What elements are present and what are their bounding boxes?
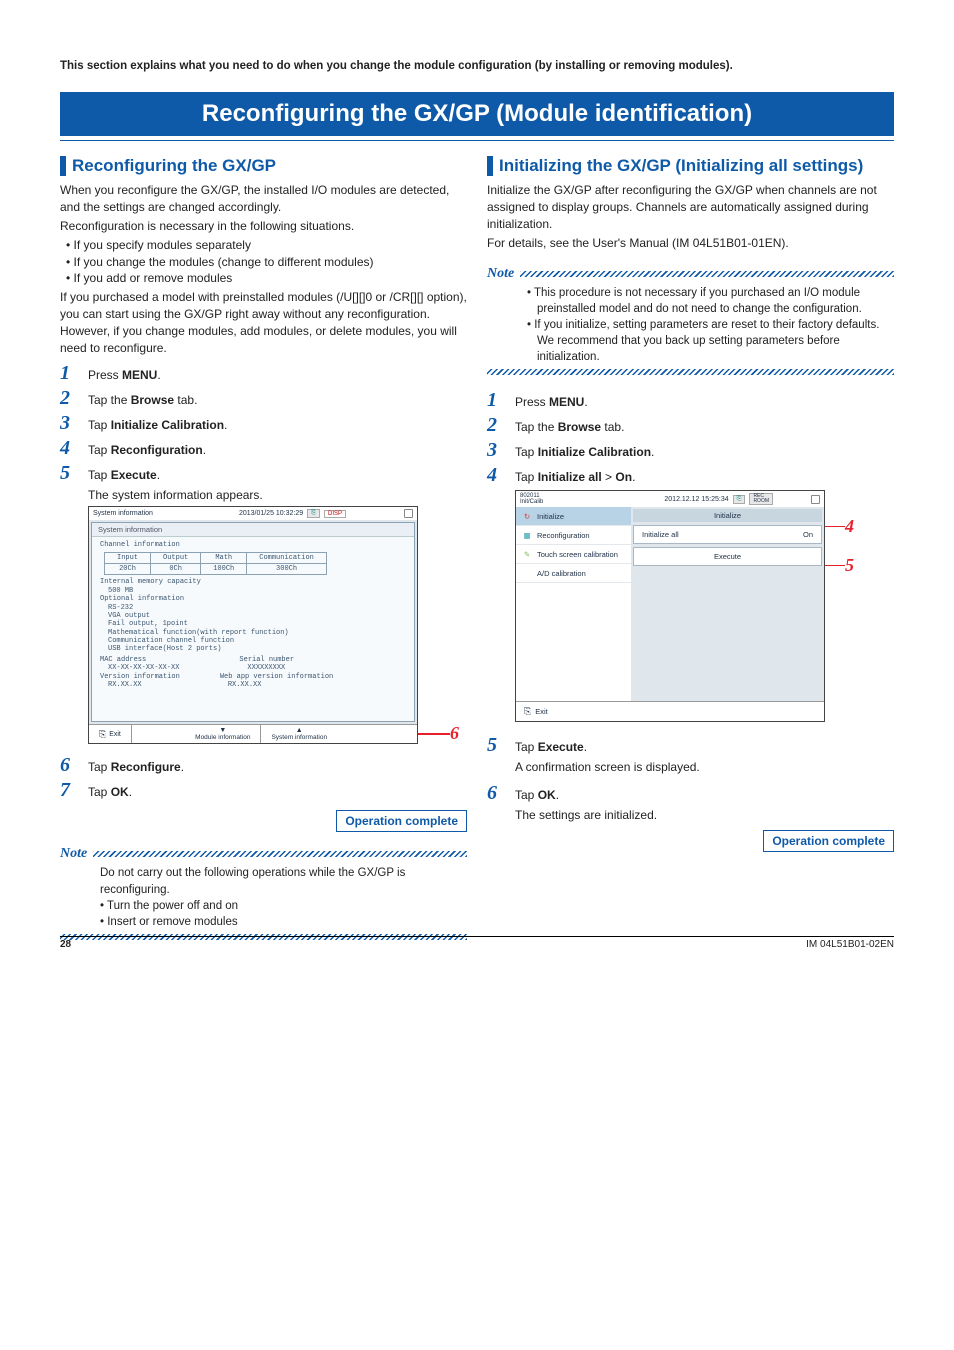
callout-6: 6 [450,723,459,744]
doc-id: IM 04L51B01-02EN [806,939,894,950]
left-section-head: Reconfiguring the GX/GP [60,156,467,176]
list-item: If you add or remove modules [68,270,467,287]
page-number: 28 [60,939,71,950]
step6-sub-r: The settings are initialized. [515,807,894,824]
right-note-body: This procedure is not necessary if you p… [487,285,894,365]
note-rule [93,851,467,857]
right-p1: Initialize the GX/GP after reconfiguring… [487,182,894,232]
list-item: If you change the modules (change to dif… [68,254,467,271]
initialize-screenshot: 802011 Init/Calib 2012.12.12 15:25:34 ⎘ … [515,490,825,722]
callout-5: 5 [845,555,854,576]
right-column: Initializing the GX/GP (Initializing all… [487,156,894,940]
execute-button[interactable]: Execute [633,547,822,566]
left-p2: Reconfiguration is necessary in the foll… [60,218,467,235]
operation-complete-right: Operation complete [763,830,894,852]
module-info-button[interactable]: Module information [185,725,261,743]
exit-button[interactable]: Exit [516,701,824,721]
sidebar-item-ad-cal[interactable]: A/D calibration [516,564,631,583]
sidebar-item-touch-cal[interactable]: ✎Touch screen calibration [516,545,631,564]
title-underline [60,140,894,141]
intro-text: This section explains what you need to d… [60,60,894,72]
left-heading: Reconfiguring the GX/GP [72,156,276,176]
rec-badge: REC ROOM [749,493,773,505]
sidebar-item-initialize[interactable]: ↻Initialize [516,507,631,526]
note-rule-bottom [487,369,894,375]
step5-sub: The system information appears. [88,487,467,504]
note-label: Note [487,266,514,282]
circle-arrow-icon: ↻ [522,511,532,521]
touch-icon: ✎ [522,549,532,559]
page-footer: 28 IM 04L51B01-02EN [60,936,894,950]
ad-icon [522,568,532,578]
right-steps-2: 5Tap Execute. [487,734,894,757]
left-steps: 1Press MENU. 2Tap the Browse tab. 3Tap I… [60,362,467,485]
init-sidebar: ↻Initialize ▦Reconfiguration ✎Touch scre… [516,507,631,701]
page-title-banner: Reconfiguring the GX/GP (Module identifi… [60,92,894,136]
sd-icon [811,495,820,504]
right-heading: Initializing the GX/GP (Initializing all… [499,156,863,176]
link-icon: ⎘ [733,495,746,504]
list-item: If you specify modules separately [68,237,467,254]
left-p1: When you reconfigure the GX/GP, the inst… [60,182,467,216]
right-section-head: Initializing the GX/GP (Initializing all… [487,156,894,176]
initialize-all-row[interactable]: Initialize all On [633,525,822,544]
exit-button[interactable]: Exit [89,725,132,743]
right-steps-3: 6Tap OK. [487,782,894,805]
exit-icon [99,729,106,740]
left-p3: If you purchased a model with preinstall… [60,289,467,356]
link-icon: ⎘ [307,509,320,518]
sidebar-item-reconfig[interactable]: ▦Reconfiguration [516,526,631,545]
left-note-body: Do not carry out the following operation… [60,865,467,929]
note-rule [520,271,894,277]
callout-4: 4 [845,516,854,537]
step5-sub-r: A confirmation screen is displayed. [515,759,894,776]
system-info-screenshot: System information 2013/01/25 10:32:29 ⎘… [88,506,418,744]
right-p2: For details, see the User's Manual (IM 0… [487,235,894,252]
left-bullets: If you specify modules separately If you… [60,237,467,287]
disp-badge: DISP [324,510,346,518]
exit-icon [524,706,531,717]
note-label: Note [60,846,87,862]
left-steps-2: 6Tap Reconfigure. 7Tap OK. [60,754,467,802]
system-info-button[interactable]: System information [261,725,337,743]
right-steps: 1Press MENU. 2Tap the Browse tab. 3Tap I… [487,389,894,487]
operation-complete-left: Operation complete [336,810,467,832]
sd-icon [404,509,413,518]
left-column: Reconfiguring the GX/GP When you reconfi… [60,156,467,940]
module-icon: ▦ [522,530,532,540]
